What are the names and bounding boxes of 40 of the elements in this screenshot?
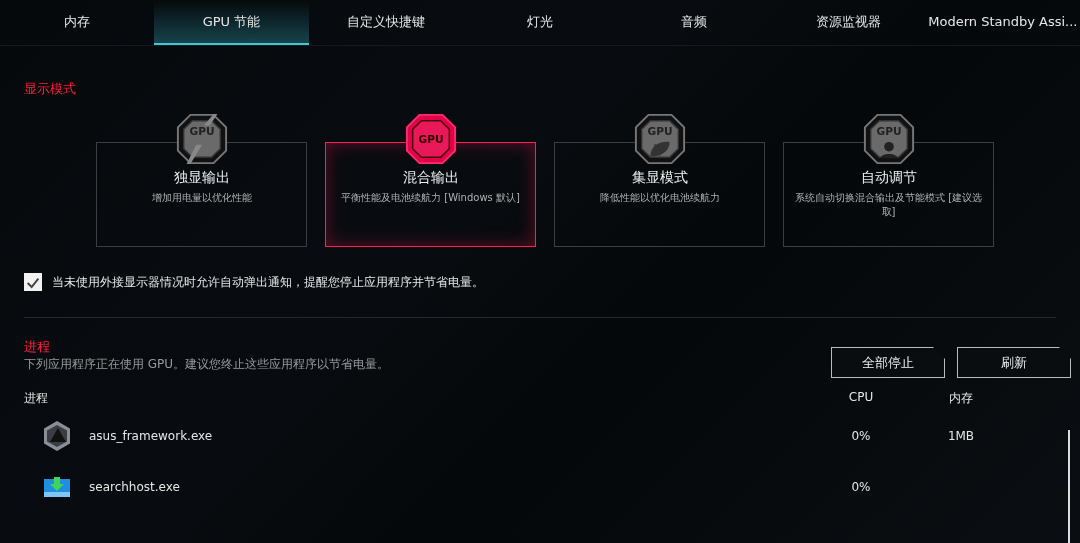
process-name: asus_framework.exe bbox=[89, 428, 214, 443]
tab[interactable]: 内存 bbox=[0, 0, 155, 45]
column-header: CPU bbox=[848, 390, 874, 406]
process-name: searchhost.exe bbox=[89, 479, 181, 494]
section-subtitle: 下列应用程序正在使用 GPU。建议您终止这些应用程序以节省电量。 bbox=[24, 356, 390, 373]
mode-card[interactable]: 自动调节 系统自动切换混合输出及节能模式 [建议选取] bbox=[783, 142, 994, 247]
gpu-chip-leaf-icon: GPU bbox=[632, 112, 687, 166]
tab[interactable]: 音频 bbox=[617, 0, 772, 45]
column-header: 内存 bbox=[949, 390, 973, 407]
gpu-chip-bolt-icon: GPU bbox=[174, 112, 229, 166]
mode-title: 混合输出 bbox=[401, 169, 460, 187]
mode-description: 降低性能以优化电池续航力 bbox=[598, 191, 721, 205]
mode-card[interactable]: 集显模式 降低性能以优化电池续航力 bbox=[554, 142, 765, 247]
mode-card[interactable]: 独显输出 增加用电量以优化性能 bbox=[96, 142, 307, 247]
mode-description: 系统自动切换混合输出及节能模式 [建议选取] bbox=[794, 191, 983, 218]
memory-usage: 1MB bbox=[947, 428, 975, 443]
download-app-icon bbox=[43, 476, 70, 497]
mode-title: 集显模式 bbox=[630, 169, 689, 187]
cpu-usage: 0% bbox=[851, 479, 871, 494]
checkbox[interactable] bbox=[24, 273, 42, 291]
gpu-chip-person-icon: GPU bbox=[861, 112, 916, 166]
checkbox-label: 当未使用外接显示器情况时允许自动弹出通知，提醒您停止应用程序并节省电量。 bbox=[52, 273, 484, 291]
scrollbar[interactable] bbox=[1068, 430, 1070, 543]
mode-description: 增加用电量以优化性能 bbox=[150, 191, 253, 205]
mode-card[interactable]: 混合输出 平衡性能及电池续航力 [Windows 默认] bbox=[325, 142, 536, 247]
action-button[interactable]: 刷新 bbox=[957, 347, 1071, 378]
action-button[interactable]: 全部停止 bbox=[831, 347, 945, 378]
mode-title: 自动调节 bbox=[859, 169, 918, 187]
tab[interactable]: 灯光 bbox=[462, 0, 618, 45]
tab[interactable]: Modern Standby Assi... bbox=[925, 0, 1080, 45]
tab[interactable]: 资源监视器 bbox=[771, 0, 926, 45]
mode-description: 平衡性能及电池续航力 [Windows 默认] bbox=[340, 191, 521, 205]
column-header: 进程 bbox=[24, 390, 49, 407]
gpu-chip-icon: GPU bbox=[403, 112, 458, 166]
section-title: 显示模式 bbox=[24, 80, 77, 98]
section-title: 进程 bbox=[24, 338, 51, 356]
mode-title: 独显输出 bbox=[172, 169, 231, 187]
cpu-usage: 0% bbox=[851, 428, 871, 443]
tab[interactable]: 自定义快捷键 bbox=[308, 0, 463, 45]
tab[interactable]: GPU 节能 bbox=[154, 0, 309, 45]
